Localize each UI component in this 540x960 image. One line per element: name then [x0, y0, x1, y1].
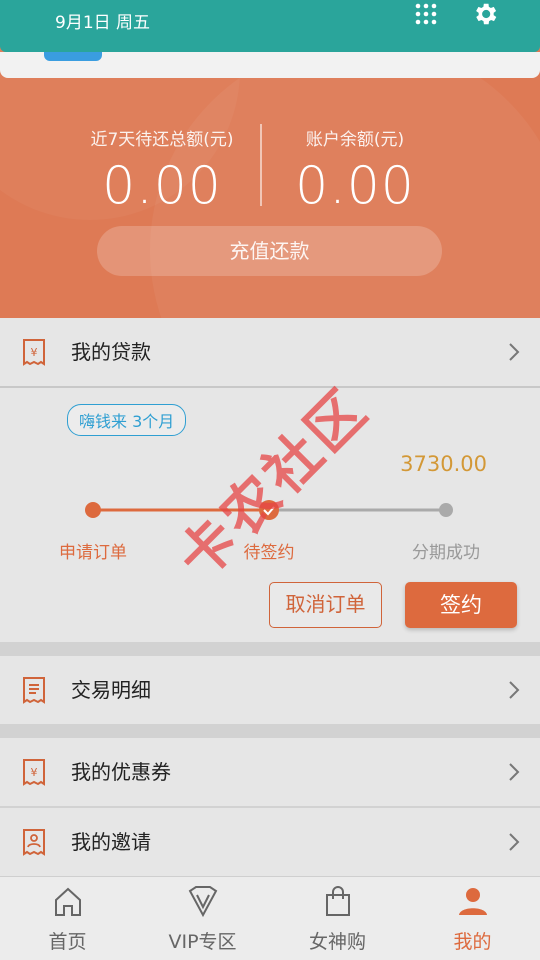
menu-row-coupons[interactable]: ¥ 我的优惠券	[0, 738, 540, 806]
menu-label: 我的优惠券	[71, 760, 171, 784]
chevron-right-icon	[509, 833, 520, 851]
step-label-success: 分期成功	[412, 543, 480, 563]
tab-label: VIP专区	[168, 931, 237, 953]
home-icon	[54, 887, 81, 916]
chevron-right-icon	[509, 681, 520, 699]
bill-list-icon	[23, 677, 45, 704]
section-gap	[0, 724, 540, 738]
notification-panel-edge	[0, 52, 540, 78]
loan-amount: 3730.00	[400, 452, 487, 476]
invite-user-icon	[23, 829, 45, 856]
tab-shop[interactable]: 女神购	[270, 877, 405, 960]
loan-order-card: 嗨钱来 3个月 3730.00 申请订单 待签约 分期成功 取消订单 签约	[0, 386, 540, 642]
menu-row-transactions[interactable]: 交易明细	[0, 656, 540, 724]
sign-contract-button[interactable]: 签约	[405, 582, 517, 628]
account-balance-value: 0.00	[295, 156, 415, 216]
receipt-yen-icon: ¥	[23, 339, 45, 366]
svg-text:¥: ¥	[31, 766, 38, 779]
tab-home[interactable]: 首页	[0, 877, 135, 960]
step-label-to-sign: 待签约	[243, 543, 295, 563]
panel-tab	[44, 52, 102, 61]
section-gap	[0, 642, 540, 656]
cancel-order-button[interactable]: 取消订单	[269, 582, 382, 628]
menu-row-invites[interactable]: 我的邀请	[0, 808, 540, 876]
step-label-apply: 申请订单	[59, 543, 127, 563]
vip-icon	[188, 886, 217, 918]
progress-steps	[85, 500, 453, 520]
gear-icon[interactable]	[471, 0, 499, 28]
step-dot-done	[85, 502, 101, 518]
svg-text:¥: ¥	[31, 346, 38, 359]
tab-mine[interactable]: 我的	[405, 877, 540, 960]
notification-panel: 9月1日 周五	[0, 0, 540, 52]
menu-row-my-loans[interactable]: ¥ 我的贷款	[0, 318, 540, 386]
shopping-bag-icon	[325, 886, 350, 916]
menu-label: 我的邀请	[71, 830, 151, 854]
app-grid-icon[interactable]	[414, 2, 438, 26]
tab-vip[interactable]: VIP专区	[135, 877, 270, 960]
bottom-tab-bar: 首页 VIP专区 女神购 我的	[0, 876, 540, 960]
menu-label: 我的贷款	[71, 340, 151, 364]
coupon-yen-icon: ¥	[23, 759, 45, 786]
account-balance-label: 账户余额(元)	[305, 130, 405, 150]
account-balance-block: 账户余额(元) 0.00	[220, 125, 490, 216]
chevron-right-icon	[509, 763, 520, 781]
date-text: 9月1日 周五	[55, 13, 151, 33]
tab-label: 女神购	[308, 931, 366, 953]
step-dot-pending	[439, 503, 453, 517]
loan-product-tag: 嗨钱来 3个月	[67, 404, 187, 436]
chevron-right-icon	[509, 343, 520, 361]
tab-label: 我的	[453, 931, 492, 953]
user-icon	[458, 888, 487, 915]
tab-label: 首页	[48, 931, 87, 953]
menu-label: 交易明细	[71, 678, 151, 702]
recharge-repay-button[interactable]: 充值还款	[97, 226, 442, 276]
step-dot-current	[259, 500, 279, 520]
